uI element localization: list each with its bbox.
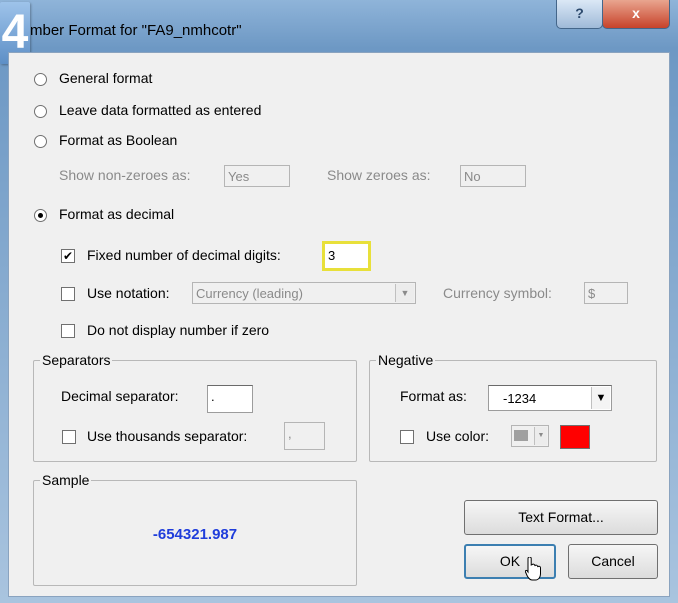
notation-dropdown[interactable]: Currency (leading) ▼ (192, 282, 416, 304)
no-zero-checkbox[interactable] (61, 324, 75, 338)
leave-formatted-radio[interactable] (34, 105, 47, 118)
help-button[interactable]: ? (556, 0, 603, 29)
use-notation-label: Use notation: (87, 285, 170, 301)
negative-legend: Negative (376, 352, 436, 368)
cancel-button[interactable]: Cancel (568, 544, 658, 579)
chevron-down-icon[interactable]: ▼ (591, 387, 610, 409)
chevron-down-icon[interactable]: ▼ (534, 427, 547, 445)
separators-legend: Separators (40, 352, 113, 368)
color-preview-icon (514, 430, 528, 441)
fixed-digits-checkbox[interactable]: ✔ (61, 249, 75, 263)
color-picker-dropdown[interactable]: ▼ (511, 425, 549, 447)
title-bar[interactable]: mber Format for "FA9_nmhcotr" ? x (0, 0, 678, 52)
boolean-format-radio[interactable] (34, 135, 47, 148)
mouse-cursor-icon (525, 557, 541, 581)
use-notation-checkbox[interactable] (61, 287, 75, 301)
dialog-body: General format Leave data formatted as e… (8, 52, 670, 597)
show-nonzero-field[interactable]: Yes (224, 165, 290, 187)
fixed-digits-field[interactable]: 3 (322, 241, 371, 271)
thousands-separator-field[interactable]: , (284, 422, 325, 450)
close-button[interactable]: x (602, 0, 670, 29)
dialog-window: mber Format for "FA9_nmhcotr" ? x 4 Gene… (0, 0, 678, 603)
boolean-format-label: Format as Boolean (59, 132, 178, 148)
sample-group: Sample -654321.987 (33, 472, 357, 586)
general-format-radio[interactable] (34, 73, 47, 86)
decimal-separator-label: Decimal separator: (61, 388, 179, 404)
notation-value: Currency (leading) (196, 286, 303, 301)
separators-group: Separators Decimal separator: . Use thou… (33, 352, 357, 462)
show-nonzero-label: Show non-zeroes as: (59, 167, 191, 183)
text-format-button[interactable]: Text Format... (464, 500, 658, 535)
show-zero-label: Show zeroes as: (327, 167, 431, 183)
negative-group: Negative Format as: -1234 ▼ Use color: ▼ (369, 352, 657, 462)
currency-symbol-label: Currency symbol: (443, 285, 552, 301)
decimal-separator-field[interactable]: . (207, 385, 253, 413)
negative-color-swatch[interactable] (560, 425, 590, 449)
show-zero-field[interactable]: No (460, 165, 526, 187)
negative-format-value: -1234 (503, 391, 537, 406)
general-format-label: General format (59, 70, 153, 86)
use-color-checkbox[interactable] (400, 430, 414, 444)
negative-format-dropdown[interactable]: -1234 ▼ (488, 385, 612, 411)
sample-value: -654321.987 (152, 526, 238, 543)
thousands-separator-label: Use thousands separator: (87, 428, 248, 444)
fixed-digits-label: Fixed number of decimal digits: (87, 247, 281, 263)
sample-legend: Sample (40, 472, 92, 488)
leave-formatted-label: Leave data formatted as entered (59, 102, 262, 118)
ok-label: OK (499, 553, 521, 569)
currency-symbol-field[interactable]: $ (584, 282, 628, 304)
dialog-title: mber Format for "FA9_nmhcotr" (30, 22, 242, 39)
thousands-separator-checkbox[interactable] (62, 430, 76, 444)
use-color-label: Use color: (426, 428, 490, 444)
decimal-format-label: Format as decimal (59, 206, 175, 222)
no-zero-label: Do not display number if zero (87, 322, 270, 338)
decimal-format-radio[interactable] (34, 209, 47, 222)
negative-format-label: Format as: (400, 388, 467, 404)
chevron-down-icon[interactable]: ▼ (395, 284, 414, 302)
